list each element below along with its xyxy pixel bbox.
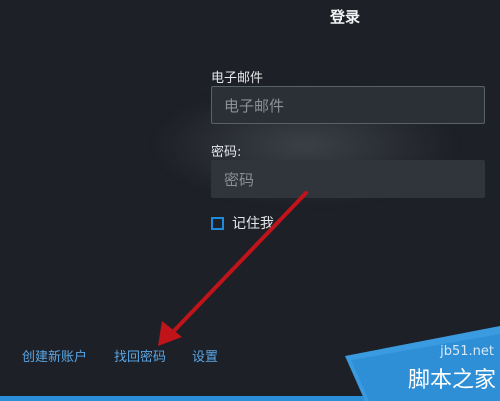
bottom-accent-bar — [0, 396, 500, 401]
annotation-arrow-icon — [158, 191, 308, 346]
